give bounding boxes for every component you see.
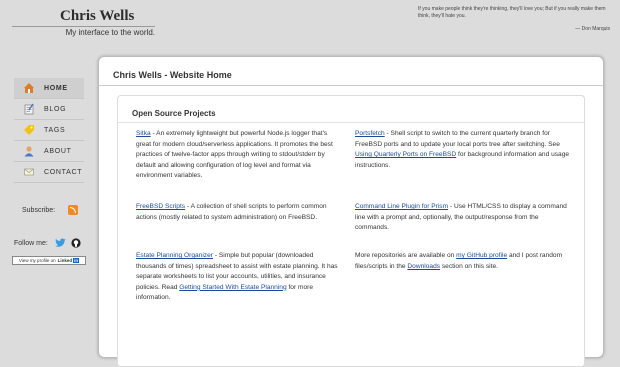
project-link-portsfetch[interactable]: Portsfetch (355, 130, 385, 137)
estate-planning-guide-link[interactable]: Getting Started With Estate Planning (179, 284, 286, 291)
quote-text: If you make people think they're thinkin… (418, 6, 606, 19)
project-link-sitka[interactable]: Sitka (136, 130, 151, 137)
project-estate-planning: Estate Planning Organizer - Simple but p… (136, 251, 342, 304)
github-icon[interactable] (71, 238, 81, 248)
blog-icon (24, 103, 34, 115)
project-link-estate-planning[interactable]: Estate Planning Organizer (136, 252, 213, 259)
project-sitka: Sitka - An extremely lightweight but pow… (136, 129, 342, 182)
nav-item-about[interactable]: ABOUT (14, 141, 84, 162)
more-repos-text: More repositories are available on (355, 252, 457, 259)
project-link-command-line-plugin[interactable]: Command Line Plugin for Prism (355, 203, 448, 210)
title-divider (99, 85, 603, 86)
main-panel: Chris Wells - Website Home Open Source P… (98, 56, 604, 367)
nav-label-blog: BLOG (44, 105, 67, 113)
section-title: Open Source Projects (132, 109, 216, 118)
nav-label-tags: TAGS (44, 126, 66, 134)
contact-icon (24, 168, 34, 176)
tags-icon (24, 125, 34, 135)
more-repos-text: section on this site. (440, 262, 498, 270)
github-profile-link[interactable]: my GitHub profile (456, 252, 507, 259)
rss-icon[interactable] (68, 205, 79, 215)
page-title: Chris Wells - Website Home (113, 70, 232, 80)
more-repositories: More repositories are available on my Gi… (355, 251, 571, 272)
project-freebsd-scripts: FreeBSD Scripts - A collection of shell … (136, 202, 342, 223)
home-icon (24, 83, 34, 93)
twitter-icon[interactable] (55, 238, 66, 248)
subscribe-label: Subscribe: (22, 206, 56, 214)
project-command-line-plugin: Command Line Plugin for Prism - Use HTML… (355, 202, 571, 234)
site-title[interactable]: Chris Wells (60, 8, 134, 25)
quarterly-ports-link[interactable]: Using Quarterly Ports on FreeBSD (355, 151, 456, 158)
nav-item-home[interactable]: HOME (14, 78, 84, 99)
project-link-freebsd-scripts[interactable]: FreeBSD Scripts (136, 203, 185, 210)
nav-item-contact[interactable]: CONTACT (14, 162, 84, 183)
nav-item-blog[interactable]: BLOG (14, 99, 84, 120)
project-portsfetch: Portsfetch - Shell script to switch to t… (355, 129, 571, 171)
site-tagline: My interface to the world. (12, 26, 155, 37)
project-desc: - An extremely lightweight but powerful … (136, 130, 333, 180)
nav-item-tags[interactable]: TAGS (14, 120, 84, 141)
section-divider (118, 122, 584, 123)
nav-label-home: HOME (44, 84, 68, 92)
linkedin-brand: Linked (57, 258, 73, 263)
about-icon (24, 146, 34, 157)
follow-label: Follow me: (14, 239, 48, 247)
quote-author: — Don Marquis (575, 26, 610, 32)
downloads-link[interactable]: Downloads (407, 263, 440, 270)
subscribe: Subscribe: (22, 205, 79, 215)
linkedin-badge[interactable]: View my profile on Linked in (12, 256, 86, 265)
project-desc: - Shell script to switch to the current … (355, 130, 560, 148)
sidebar-nav: HOME BLOG TAGS ABOUT CONTACT (14, 78, 84, 183)
open-source-section: Open Source Projects Sitka - An extremel… (117, 95, 585, 367)
nav-label-contact: CONTACT (44, 168, 83, 176)
follow-me: Follow me: (14, 238, 81, 248)
linkedin-in: in (73, 258, 80, 263)
nav-label-about: ABOUT (44, 147, 72, 155)
linkedin-text: View my profile on (18, 258, 56, 263)
